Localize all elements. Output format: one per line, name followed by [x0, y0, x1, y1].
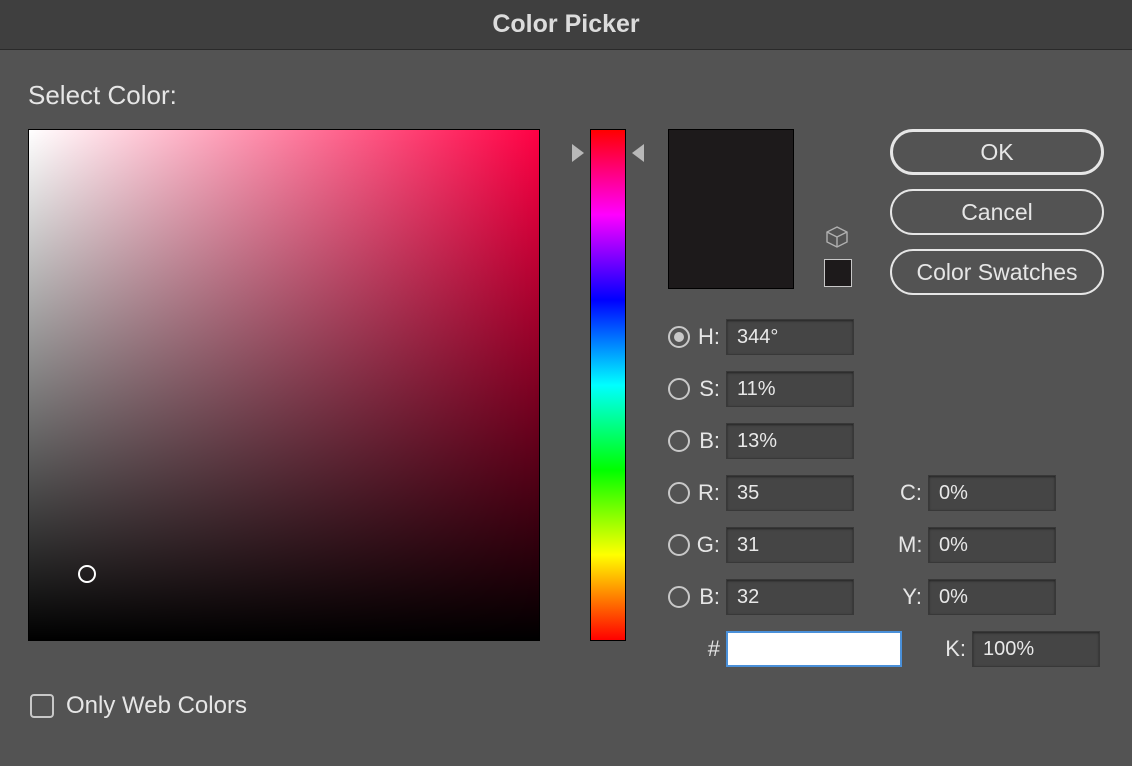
input-r[interactable]	[726, 475, 854, 511]
label-y: Y:	[898, 584, 928, 610]
cube-icon[interactable]	[825, 225, 849, 249]
titlebar: Color Picker	[0, 0, 1132, 50]
color-preview	[668, 129, 794, 289]
only-web-colors-checkbox[interactable]	[30, 694, 54, 718]
label-c: C:	[898, 480, 928, 506]
label-k: K:	[942, 636, 972, 662]
radio-h[interactable]	[668, 326, 690, 348]
input-k[interactable]	[972, 631, 1100, 667]
select-color-label: Select Color:	[28, 80, 1104, 111]
input-m[interactable]	[928, 527, 1056, 563]
input-h[interactable]	[726, 319, 854, 355]
content-area: Select Color:	[0, 50, 1132, 766]
radio-blue[interactable]	[668, 586, 690, 608]
label-h: H:	[696, 324, 726, 350]
radio-s[interactable]	[668, 378, 690, 400]
label-r: R:	[696, 480, 726, 506]
radio-b[interactable]	[668, 430, 690, 452]
top-right-row: OK Cancel Color Swatches	[668, 129, 1104, 295]
hue-arrow-right-icon	[632, 144, 644, 162]
web-colors-row: Only Web Colors	[30, 692, 247, 720]
hue-bar[interactable]	[590, 129, 626, 641]
value-fields: H: S: B: R: C:	[668, 319, 1104, 615]
color-swatches-button[interactable]: Color Swatches	[890, 249, 1104, 295]
only-web-colors-label: Only Web Colors	[66, 692, 247, 720]
mini-swatch[interactable]	[824, 259, 852, 287]
hue-arrow-left-icon	[572, 144, 584, 162]
right-column: OK Cancel Color Swatches H: S: B:	[668, 129, 1104, 667]
input-s[interactable]	[726, 371, 854, 407]
label-blue: B:	[696, 584, 726, 610]
label-hex: #	[696, 636, 726, 662]
sb-marker[interactable]	[78, 565, 96, 583]
input-brightness[interactable]	[726, 423, 854, 459]
hex-row: # K:	[668, 631, 1104, 667]
window-title: Color Picker	[492, 10, 639, 39]
preview-block	[668, 129, 798, 289]
main-row: OK Cancel Color Swatches H: S: B:	[28, 129, 1104, 667]
radio-g[interactable]	[668, 534, 690, 556]
label-s: S:	[696, 376, 726, 402]
input-c[interactable]	[928, 475, 1056, 511]
radio-r[interactable]	[668, 482, 690, 504]
label-g: G:	[696, 532, 726, 558]
input-hex[interactable]	[726, 631, 902, 667]
ok-button[interactable]: OK	[890, 129, 1104, 175]
cancel-button[interactable]: Cancel	[890, 189, 1104, 235]
input-g[interactable]	[726, 527, 854, 563]
label-brightness: B:	[696, 428, 726, 454]
hue-slider[interactable]	[574, 129, 642, 641]
label-m: M:	[898, 532, 928, 558]
input-y[interactable]	[928, 579, 1056, 615]
input-blue[interactable]	[726, 579, 854, 615]
saturation-brightness-field[interactable]	[28, 129, 540, 641]
button-column: OK Cancel Color Swatches	[890, 129, 1104, 295]
